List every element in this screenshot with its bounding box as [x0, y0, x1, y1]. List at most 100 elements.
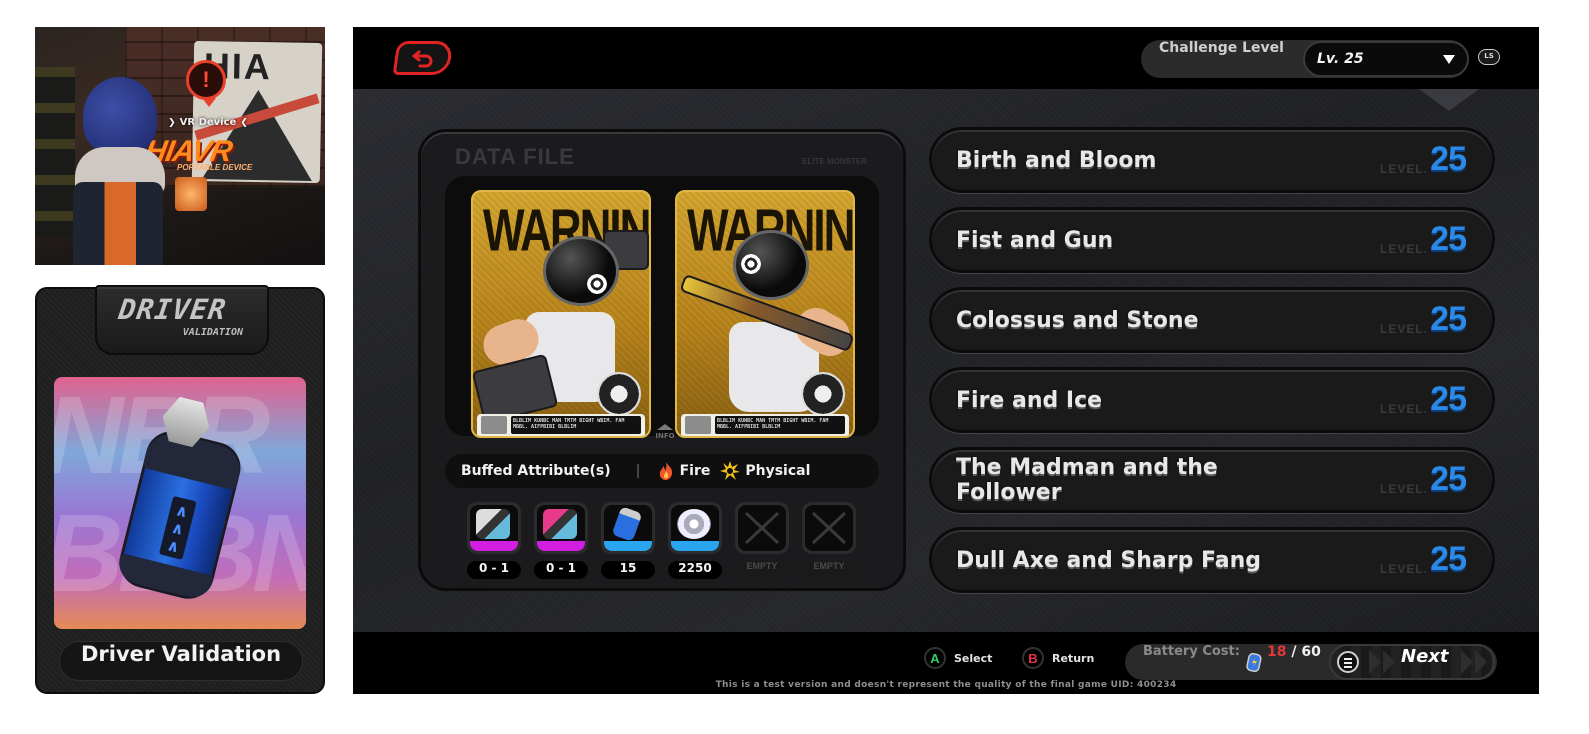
- menu-line: [1344, 662, 1352, 664]
- driver-validation-header: DRIVER VALIDATION: [95, 285, 269, 355]
- helmet-eye: [741, 254, 761, 274]
- caret-up-icon: [657, 424, 673, 430]
- challenge-level: 25: [1430, 380, 1467, 418]
- battery-cost-label: Battery Cost:: [1143, 644, 1240, 659]
- battery-canister-icon: [611, 506, 643, 542]
- level-label: LEVEL.: [1379, 162, 1428, 176]
- challenge-item[interactable]: Fist and Gun LEVEL. 25: [929, 207, 1495, 273]
- menu-icon: [1337, 651, 1359, 673]
- reward-tile-inner: [537, 505, 585, 551]
- reward-quantity: 0 - 1: [534, 561, 588, 579]
- reward-item[interactable]: 2250: [668, 502, 722, 579]
- challenge-level: 25: [1430, 540, 1467, 578]
- data-file-title: DATA FILE: [455, 144, 575, 169]
- chevron-decor: [1369, 650, 1381, 674]
- menu-line: [1344, 666, 1352, 668]
- empty-slot-icon: [811, 511, 847, 545]
- challenge-level-control: Challenge Level Lv. 25: [1141, 40, 1469, 78]
- challenge-item[interactable]: Colossus and Stone LEVEL. 25: [929, 287, 1495, 353]
- reward-tile: [601, 502, 655, 554]
- reward-item: EMPTY: [802, 502, 856, 579]
- driver-validation-card: DRIVER VALIDATION NBR BLBN ∧∧∧ Driver Va…: [35, 285, 325, 694]
- card-description: BLBLIM KUNBC MAN TMTM BIGHT WBIM. FAM MB…: [715, 416, 845, 434]
- reward-item[interactable]: 0 - 1: [467, 502, 521, 579]
- level-label: LEVEL.: [1379, 402, 1428, 416]
- driver-validation-art: NBR BLBN ∧∧∧: [54, 377, 306, 629]
- card-info-bar: BLBLIM KUNBC MAN TMTM BIGHT WBIM. FAM MB…: [681, 414, 849, 436]
- challenge-item[interactable]: The Madman and the Follower LEVEL. 25: [929, 447, 1495, 513]
- return-hint[interactable]: B Return: [1022, 647, 1094, 669]
- organic-stamp-icon: [801, 372, 845, 416]
- reward-tile: [802, 502, 856, 554]
- divider: [636, 464, 639, 478]
- interaction-label: VR Device: [179, 117, 237, 128]
- reward-tile-inner: [470, 505, 518, 551]
- exclamation-alert-icon[interactable]: !: [186, 60, 226, 107]
- drive-disc-icon: [543, 509, 577, 539]
- monster-card[interactable]: WARNING BLBLIM KUNBC MAN TMTM BIGHT WBIM…: [675, 190, 855, 438]
- challenge-name: Dull Axe and Sharp Fang: [956, 547, 1261, 573]
- reward-item: EMPTY: [735, 502, 789, 579]
- reward-quantity: EMPTY: [735, 561, 789, 579]
- rarity-strip: [604, 541, 652, 551]
- hiavr-logo-subtitle: PORTABLE DEVICE: [177, 163, 253, 172]
- next-button[interactable]: Next: [1329, 644, 1495, 680]
- challenge-level-label: Challenge Level: [1159, 40, 1284, 56]
- reward-item[interactable]: 15: [601, 502, 655, 579]
- challenge-level: 25: [1430, 460, 1467, 498]
- fire-icon: [659, 462, 672, 480]
- menu-line: [1344, 658, 1352, 660]
- challenge-level-value: Lv. 25: [1317, 51, 1364, 67]
- buffed-attributes-bar: Buffed Attribute(s) Fire Physical: [445, 454, 879, 488]
- scene-thumbnail: HIA HIAVR PORTABLE DEVICE ! ❯ VR Device ❮: [35, 27, 325, 265]
- reward-tile: [467, 502, 521, 554]
- back-button[interactable]: [392, 41, 454, 75]
- reward-tile-inner: [671, 505, 719, 551]
- driver-validation-label: Driver Validation: [59, 641, 303, 681]
- info-toggle[interactable]: INFO: [639, 424, 691, 446]
- attribute-fire: Fire: [657, 461, 711, 481]
- challenge-item[interactable]: Birth and Bloom LEVEL. 25: [929, 127, 1495, 193]
- next-label: Next: [1401, 646, 1449, 667]
- chevron-up-icon: ∧ ∧ ∧: [158, 495, 197, 560]
- ls-button-hint: LS: [1478, 49, 1500, 65]
- reward-item[interactable]: 0 - 1: [534, 502, 588, 579]
- challenge-name: Birth and Bloom: [956, 147, 1157, 173]
- data-file-panel: DATA FILE ELITE MONSTER WARNING BLBLIM K…: [418, 129, 906, 591]
- level-label: LEVEL.: [1379, 482, 1428, 496]
- challenge-name: Fist and Gun: [956, 227, 1114, 253]
- battery-separator: /: [1286, 644, 1302, 660]
- challenge-item[interactable]: Dull Axe and Sharp Fang LEVEL. 25: [929, 527, 1495, 593]
- challenge-item[interactable]: Fire and Ice LEVEL. 25: [929, 367, 1495, 433]
- challenge-level: 25: [1430, 300, 1467, 338]
- card-info-bar: BLBLIM KUNBC MAN TMTM BIGHT WBIM. FAM MB…: [477, 414, 645, 436]
- data-file-subtitle: ELITE MONSTER: [802, 157, 867, 166]
- organic-stamp-icon: [597, 372, 641, 416]
- reward-quantity: EMPTY: [802, 561, 856, 579]
- attribute-name: Fire: [679, 463, 711, 479]
- header-subtitle: VALIDATION: [182, 327, 243, 338]
- reward-tile: [534, 502, 588, 554]
- challenge-level: 25: [1430, 140, 1467, 178]
- buffed-attributes-label: Buffed Attribute(s): [461, 463, 611, 479]
- monster-card[interactable]: WARNING BLBLIM KUNBC MAN TMTM BIGHT WBIM…: [471, 190, 651, 438]
- return-label: Return: [1052, 651, 1095, 665]
- chevron-decor: [1475, 650, 1487, 674]
- lamp: [175, 177, 207, 211]
- challenge-name: The Madman and the Follower: [956, 455, 1218, 505]
- select-hint[interactable]: A Select: [924, 647, 992, 669]
- battery-cost-value: 18 / 60: [1267, 644, 1321, 660]
- challenge-level-dropdown[interactable]: Lv. 25: [1303, 41, 1469, 77]
- drive-disc-icon: [476, 509, 510, 539]
- reward-tile-inner: [604, 505, 652, 551]
- reward-quantity: 2250: [668, 561, 722, 579]
- empty-slot-icon: [744, 511, 780, 545]
- attribute-physical: Physical: [720, 461, 810, 481]
- attribute-name: Physical: [745, 463, 811, 479]
- interaction-prompt[interactable]: ❯ VR Device ❮: [163, 117, 253, 128]
- chevron-decor: [1383, 650, 1395, 674]
- rewards-list: 0 - 1 0 - 1 15 2250 EMPTY EMPTY: [467, 502, 867, 582]
- challenge-level: 25: [1430, 220, 1467, 258]
- level-label: LEVEL.: [1379, 242, 1428, 256]
- battery-icon: [1246, 652, 1262, 673]
